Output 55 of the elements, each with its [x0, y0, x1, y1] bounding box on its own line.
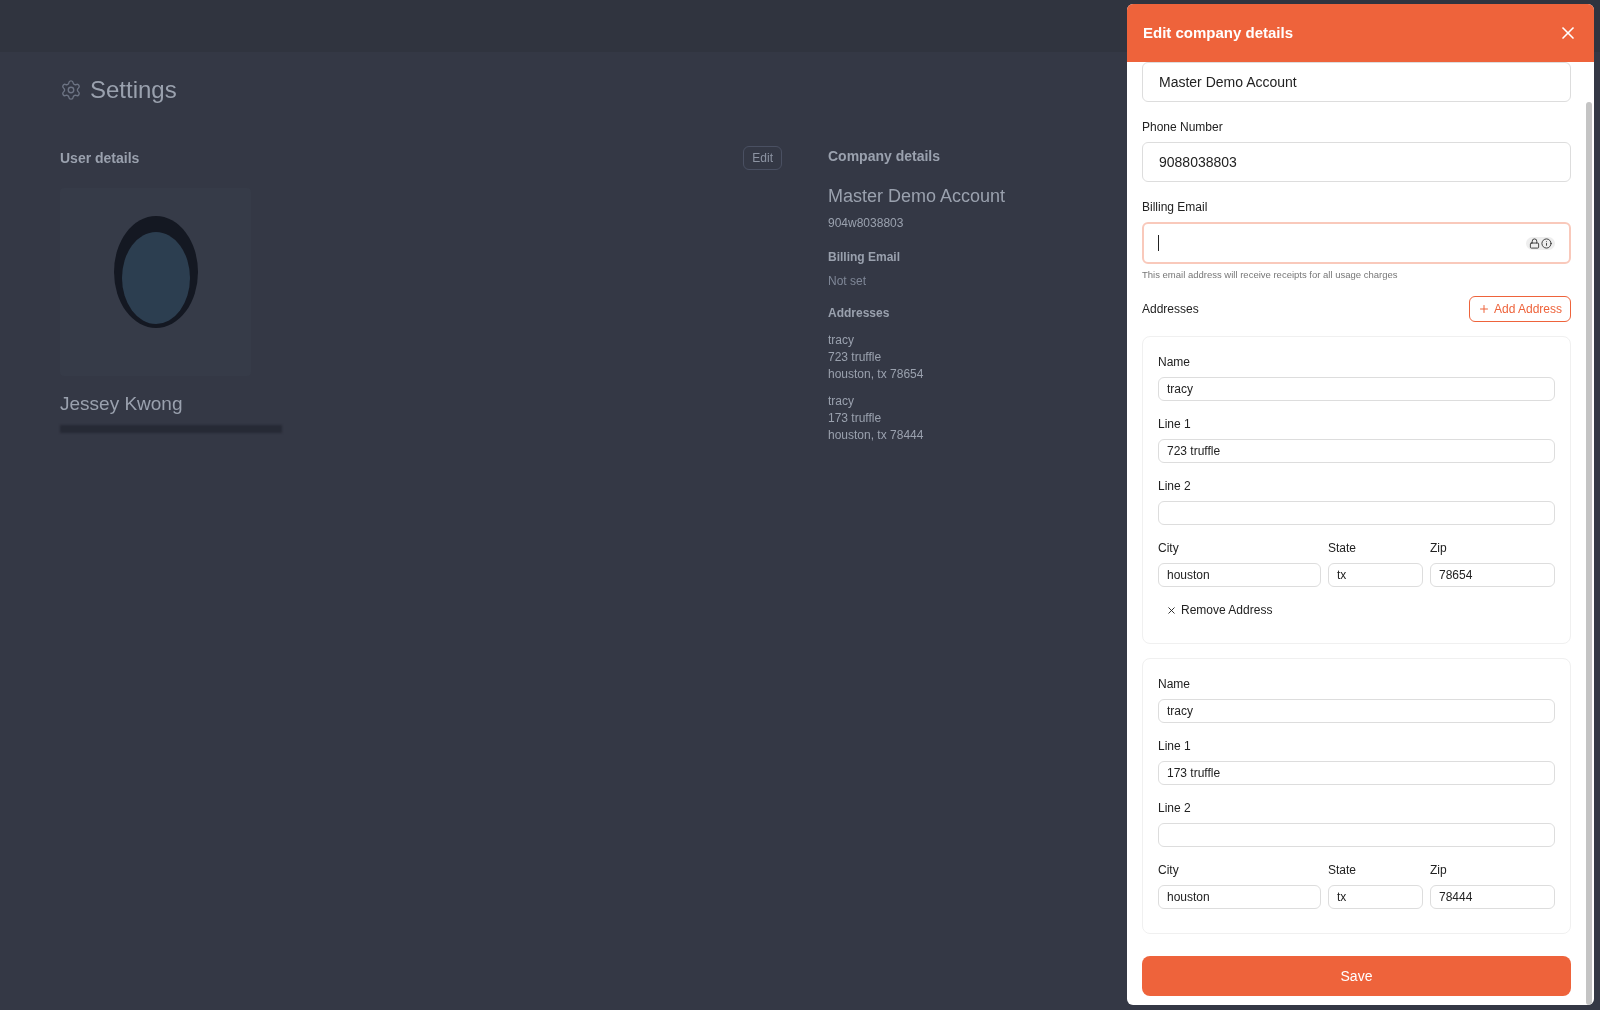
field-label: State	[1328, 540, 1358, 558]
section-heading: User details	[60, 148, 140, 168]
password-manager-icon[interactable]	[1526, 236, 1555, 250]
field-label: Phone Number	[1142, 119, 1224, 136]
field-label: Addresses	[828, 305, 891, 322]
settings-icon	[60, 79, 82, 101]
scrollbar[interactable]	[1586, 102, 1592, 1005]
address-line: tracy	[828, 393, 855, 410]
name-field[interactable]: tracy	[1158, 699, 1555, 724]
address-line: 723 truffle	[828, 349, 883, 366]
company-phone: 904w8038803	[828, 215, 905, 232]
city-field[interactable]: houston	[1158, 885, 1321, 910]
field-label: State	[1328, 862, 1358, 880]
close-icon	[1166, 604, 1177, 616]
remove-address-button[interactable]: Remove Address	[1166, 601, 1273, 620]
name-field[interactable]: tracy	[1158, 377, 1555, 402]
line1-field[interactable]: 173 truffle	[1158, 761, 1555, 786]
address-line: 173 truffle	[828, 410, 883, 427]
phone-field[interactable]: 9088038803	[1142, 142, 1571, 182]
state-field[interactable]: tx	[1328, 563, 1423, 588]
plus-icon	[1477, 303, 1490, 316]
city-field[interactable]: houston	[1158, 563, 1321, 588]
field-hint: This email address will receive receipts for all usage charges	[1142, 268, 1399, 282]
address-line: tracy	[828, 332, 855, 349]
field-label: Name	[1158, 354, 1191, 372]
user-name: Jessey Kwong	[60, 392, 184, 416]
address-line: houston, tx 78654	[828, 366, 925, 383]
field-label: City	[1158, 540, 1180, 558]
field-label: Billing Email	[1142, 199, 1209, 216]
billing-email-field[interactable]	[1142, 222, 1571, 264]
field-label: Addresses	[1142, 301, 1199, 319]
field-label: Name	[1158, 676, 1191, 694]
edit-button[interactable]: Edit	[743, 146, 782, 170]
company-name-field[interactable]: Master Demo Account	[1142, 62, 1571, 102]
field-label: Line 1	[1158, 416, 1192, 434]
page-title: Settings	[90, 75, 177, 105]
zip-field[interactable]: 78444	[1430, 885, 1555, 910]
field-label: Line 2	[1158, 478, 1192, 496]
section-heading: Company details	[828, 147, 942, 166]
billing-email-value: Not set	[828, 273, 867, 290]
company-name: Master Demo Account	[828, 185, 1006, 208]
field-label: Zip	[1430, 862, 1448, 880]
field-label: Line 2	[1158, 800, 1192, 818]
field-label: City	[1158, 862, 1180, 880]
zip-field[interactable]: 78654	[1430, 563, 1555, 588]
text-cursor	[1158, 235, 1159, 251]
address-line: houston, tx 78444	[828, 427, 925, 444]
line2-field[interactable]	[1158, 501, 1555, 526]
line1-field[interactable]: 723 truffle	[1158, 439, 1555, 464]
field-label: Zip	[1430, 540, 1448, 558]
field-label: Line 1	[1158, 738, 1192, 756]
field-label: Billing Email	[828, 249, 901, 266]
state-field[interactable]: tx	[1328, 885, 1423, 910]
dialog-title: Edit company details	[1143, 22, 1294, 43]
line2-field[interactable]	[1158, 823, 1555, 848]
